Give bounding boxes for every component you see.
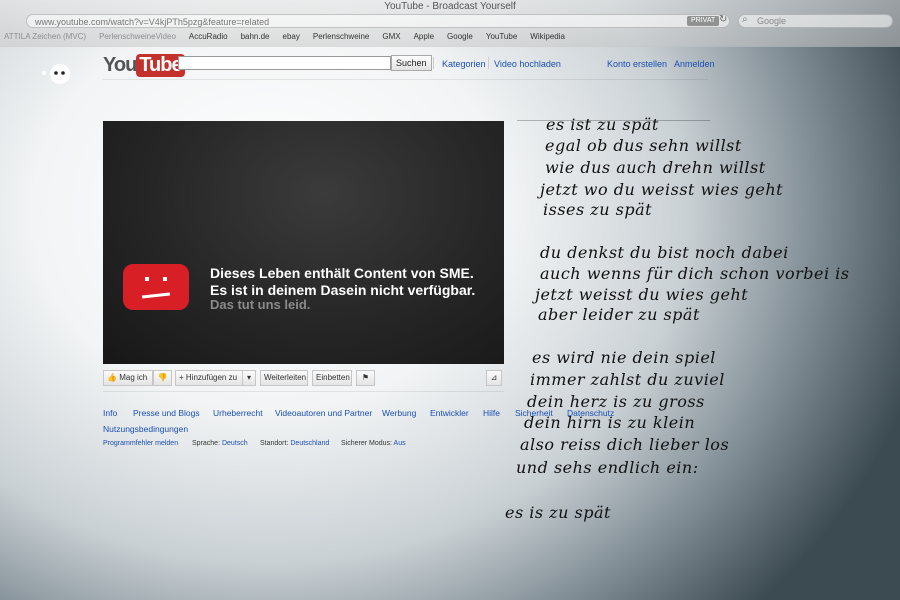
bookmark-item[interactable]: YouTube: [486, 31, 517, 43]
language-setting[interactable]: Sprache: Deutsch: [192, 440, 248, 447]
thumbs-up-icon: 👍: [107, 373, 117, 382]
bookmark-item[interactable]: Apple: [414, 31, 434, 43]
ghost-mascot-icon: [41, 64, 70, 84]
lyric-line: dein hirn is zu klein: [524, 413, 696, 432]
sad-face-icon: [123, 264, 189, 310]
search-icon: ⌕: [742, 14, 748, 25]
reload-icon[interactable]: ↻: [719, 14, 727, 25]
lyric-line: also reiss dich lieber los: [520, 435, 730, 454]
bookmark-item[interactable]: Wikipedia: [530, 31, 565, 43]
bookmark-item[interactable]: ebay: [283, 31, 300, 43]
dislike-button[interactable]: 👎: [153, 370, 172, 386]
lyric-line: wie dus auch drehn willst: [545, 158, 766, 177]
footer-link-info[interactable]: Info: [103, 408, 117, 418]
lyric-line: es ist zu spät: [546, 115, 659, 134]
bookmark-item[interactable]: Perlenschweine: [313, 31, 369, 43]
footer-link-advertising[interactable]: Werbung: [382, 408, 416, 418]
bookmark-item[interactable]: GMX: [382, 31, 400, 43]
nav-upload-video[interactable]: Video hochladen: [494, 59, 561, 69]
add-to-label: Hinzufügen zu: [185, 373, 238, 382]
lyric-line: dein herz is zu gross: [527, 392, 705, 411]
error-message-line1: Dieses Leben enthält Content von SME.: [210, 265, 474, 281]
location-value[interactable]: Deutschland: [290, 440, 329, 447]
lyric-line: immer zahlst du zuviel: [530, 370, 725, 389]
add-to-dropdown[interactable]: ▾: [242, 370, 256, 386]
flag-button[interactable]: ⚑: [356, 370, 375, 386]
safety-mode-setting[interactable]: Sicherer Modus: Aus: [341, 440, 406, 447]
header-divider: [103, 79, 708, 80]
bookmarks-bar: ATTILA Zeichen (MVC) PerlenschweineVideo…: [4, 31, 578, 43]
flag-icon: ⚑: [361, 373, 370, 382]
footer-link-creators[interactable]: Videoautoren und Partner: [275, 408, 372, 418]
error-message-line2: Es ist in deinem Dasein nicht verfügbar.: [210, 282, 476, 298]
language-label: Sprache:: [192, 440, 221, 447]
nav-sign-in[interactable]: Anmelden: [674, 59, 715, 69]
footer-link-developers[interactable]: Entwickler: [430, 408, 469, 418]
lyric-line: isses zu spät: [543, 200, 653, 219]
url-bar[interactable]: www.youtube.com/watch?v=V4kjPTh5pzg&feat…: [26, 14, 730, 28]
search-button[interactable]: Suchen: [391, 55, 432, 71]
window-title: YouTube - Broadcast Yourself: [384, 1, 516, 12]
chart-icon: ⊿: [490, 373, 498, 382]
youtube-search-input[interactable]: [178, 56, 391, 70]
embed-button[interactable]: Einbetten: [312, 370, 352, 386]
lyric-line: und sehs endlich ein:: [516, 458, 699, 477]
youtube-logo[interactable]: You Tube: [103, 54, 185, 77]
report-bug-link[interactable]: Programmfehler melden: [103, 440, 178, 447]
add-to-button[interactable]: + Hinzufügen zu: [175, 370, 243, 386]
chevron-down-icon: ▾: [246, 373, 251, 382]
bookmark-item[interactable]: bahn.de: [241, 31, 270, 43]
browser-search-input[interactable]: Google: [738, 14, 893, 28]
like-label: Mag ich: [119, 373, 148, 382]
lyric-line: jetzt weisst du wies geht: [535, 285, 749, 304]
lyric-line: jetzt wo du weisst wies geht: [540, 180, 784, 199]
lyric-line: du denkst du bist noch dabei: [540, 243, 789, 262]
video-player[interactable]: Dieses Leben enthält Content von SME. Es…: [103, 121, 504, 364]
bookmark-item[interactable]: AccuRadio: [189, 31, 228, 43]
stats-button[interactable]: ⊿: [486, 370, 502, 386]
plus-icon: +: [179, 373, 184, 382]
player-divider: [103, 391, 504, 392]
footer-link-press[interactable]: Presse und Blogs: [133, 408, 200, 418]
bookmark-item[interactable]: PerlenschweineVideo: [99, 31, 176, 43]
private-badge: PRIVAT: [687, 16, 720, 26]
thumbs-down-icon: 👎: [157, 373, 168, 382]
nav-categories[interactable]: Kategorien: [442, 59, 486, 69]
nav-create-account[interactable]: Konto erstellen: [607, 59, 667, 69]
lyric-line: es wird nie dein spiel: [532, 348, 716, 367]
divider: [488, 57, 489, 69]
divider: [433, 57, 434, 69]
like-button[interactable]: 👍 Mag ich: [103, 370, 153, 386]
lyric-line: aber leider zu spät: [538, 305, 700, 324]
safety-mode-label: Sicherer Modus:: [341, 440, 392, 447]
bookmark-item[interactable]: ATTILA Zeichen (MVC): [4, 31, 86, 43]
footer-link-terms[interactable]: Nutzungsbedingungen: [103, 424, 188, 434]
location-label: Standort:: [260, 440, 289, 447]
location-setting[interactable]: Standort: Deutschland: [260, 440, 329, 447]
lyric-line: auch wenns für dich schon vorbei is: [540, 264, 850, 283]
footer-link-copyright[interactable]: Urheberrecht: [213, 408, 263, 418]
divider: [667, 57, 668, 69]
safety-mode-value[interactable]: Aus: [394, 440, 406, 447]
footer-link-help[interactable]: Hilfe: [483, 408, 500, 418]
bookmark-item[interactable]: Google: [447, 31, 473, 43]
lyric-line: egal ob dus sehn willst: [545, 136, 742, 155]
error-apology: Das tut uns leid.: [210, 297, 311, 312]
language-value[interactable]: Deutsch: [222, 440, 248, 447]
lyric-line: es is zu spät: [505, 503, 611, 522]
share-button[interactable]: Weiterleiten: [260, 370, 308, 386]
